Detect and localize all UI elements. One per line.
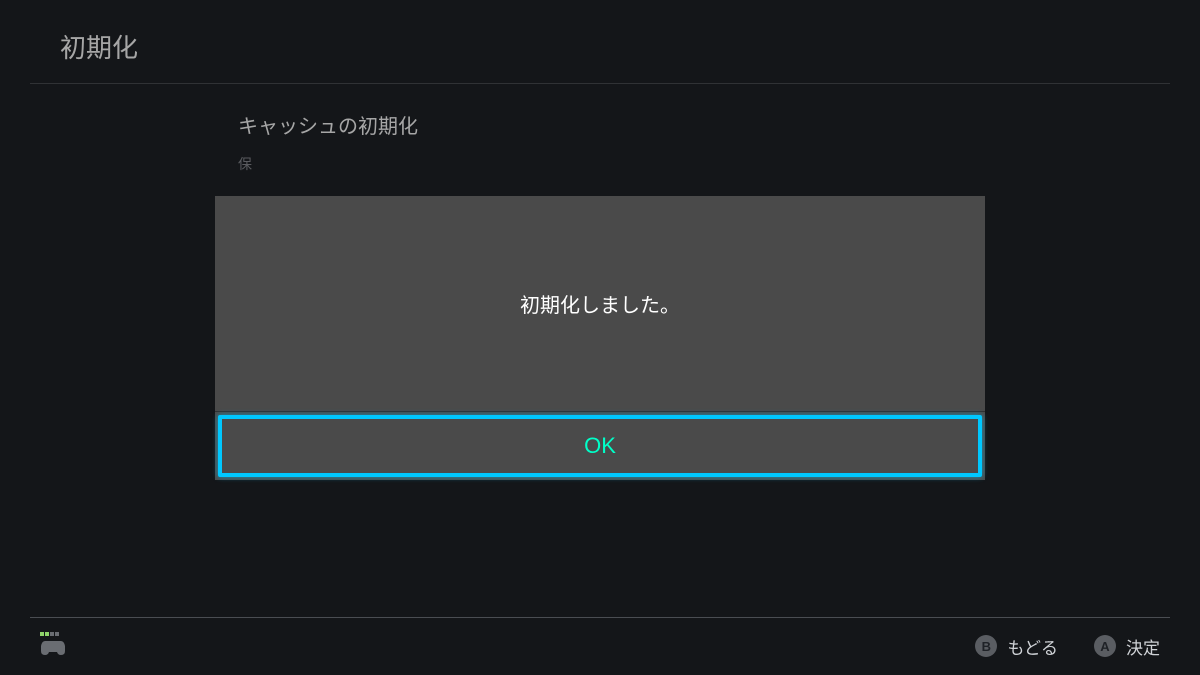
confirmation-dialog: 初期化しました。 OK <box>215 196 985 480</box>
dialog-divider <box>215 411 985 412</box>
footer-divider <box>30 617 1170 618</box>
ok-button[interactable]: OK <box>218 415 982 477</box>
gamepad-icon <box>40 638 66 661</box>
footer-button-hints: B もどる A 決定 <box>975 634 1160 659</box>
ok-button-label: OK <box>584 433 616 459</box>
back-hint: B もどる <box>975 634 1058 659</box>
modal-overlay: 初期化しました。 OK <box>0 0 1200 675</box>
battery-indicator-icon <box>40 632 59 636</box>
b-button-icon: B <box>975 635 997 657</box>
confirm-label: 決定 <box>1126 634 1160 659</box>
footer-bar: B もどる A 決定 <box>0 617 1200 675</box>
a-button-icon: A <box>1094 635 1116 657</box>
confirm-hint: A 決定 <box>1094 634 1160 659</box>
controller-status-icon <box>40 632 66 661</box>
dialog-message: 初期化しました。 <box>520 289 680 318</box>
back-label: もどる <box>1007 634 1058 659</box>
dialog-body: 初期化しました。 <box>215 196 985 411</box>
